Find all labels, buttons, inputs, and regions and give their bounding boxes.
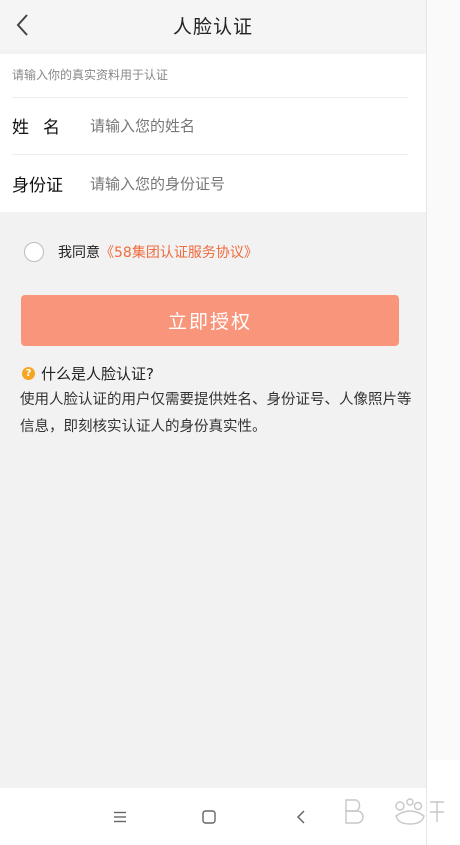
agreement-prefix: 我同意	[58, 245, 100, 261]
faq-question-text: 什么是人脸认证?	[41, 364, 154, 383]
authorize-button[interactable]: 立即授权	[21, 295, 399, 346]
faq-question: ? 什么是人脸认证?	[22, 362, 412, 384]
nav-back-button[interactable]	[286, 802, 316, 832]
nav-menu-button[interactable]	[105, 802, 135, 832]
id-number-label: 身份证	[12, 176, 63, 196]
page-title: 人脸认证	[172, 15, 253, 38]
app-screen: 人脸认证 请输入你的真实资料用于认证 姓名 身份证 我同意 《58集团认证服务协…	[0, 0, 426, 845]
id-number-input[interactable]	[88, 167, 406, 200]
faq-answer: 使用人脸认证的用户仅需要提供姓名、身份证号、人像照片等信息，即刻核实认证人的身份…	[20, 392, 412, 435]
name-input[interactable]	[88, 109, 406, 142]
faq-section: ? 什么是人脸认证? 使用人脸认证的用户仅需要提供姓名、身份证号、人像照片等信息…	[20, 362, 412, 441]
identity-form: 请输入你的真实资料用于认证 姓名 身份证	[0, 54, 426, 212]
side-panel-edge	[426, 0, 460, 845]
chevron-left-icon	[16, 14, 28, 36]
id-number-row: 身份证	[0, 155, 426, 212]
agreement-checkbox[interactable]	[24, 242, 44, 262]
back-triangle-icon	[296, 810, 305, 824]
question-circle-icon: ?	[22, 366, 35, 380]
name-row: 姓名	[0, 97, 426, 154]
back-button[interactable]	[8, 10, 38, 40]
agreement-link[interactable]: 《58集团认证服务协议》	[100, 242, 258, 262]
agreement-row: 我同意 《58集团认证服务协议》	[24, 241, 258, 263]
form-hint: 请输入你的真实资料用于认证	[12, 68, 169, 82]
name-label: 姓名	[12, 118, 74, 138]
nav-home-button[interactable]	[194, 802, 224, 832]
top-header: 人脸认证	[0, 0, 426, 50]
menu-icon	[114, 811, 126, 823]
home-square-icon	[202, 810, 216, 824]
watermark-logo	[345, 798, 444, 825]
